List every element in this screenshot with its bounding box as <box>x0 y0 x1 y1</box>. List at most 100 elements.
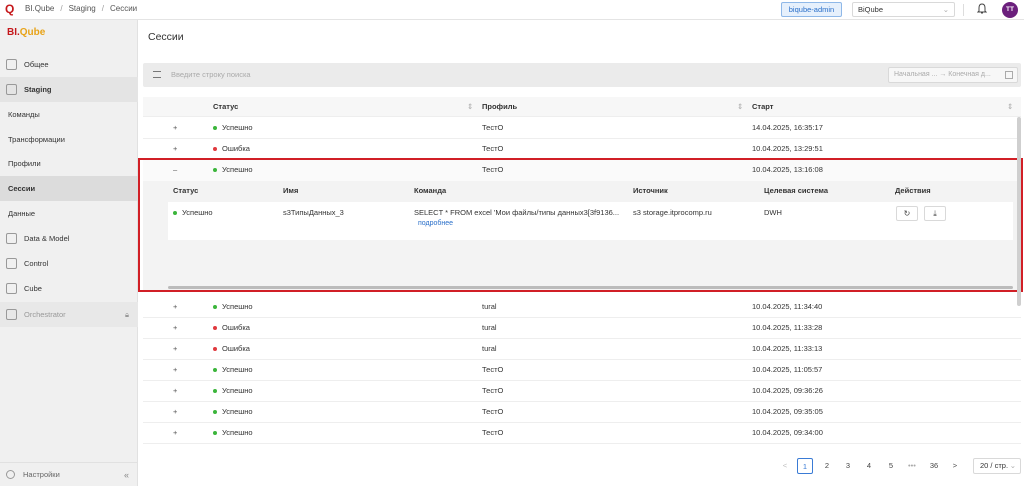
highlight-box <box>138 158 1023 292</box>
breadcrumb-separator: / <box>60 4 63 13</box>
expand-row-button[interactable]: + <box>173 381 177 401</box>
sidebar-item-general[interactable]: Общее <box>0 52 138 77</box>
bell-icon[interactable] <box>977 3 987 15</box>
page-button[interactable]: 3 <box>840 458 856 474</box>
status-dot <box>213 431 217 436</box>
column-start[interactable]: Старт <box>752 97 773 117</box>
table-row[interactable]: + Успешно ТестО 10.04.2025, 09:34:00 <box>143 423 1021 444</box>
row-status: Успешно <box>213 360 253 380</box>
page-button[interactable]: 1 <box>797 458 813 474</box>
row-status: Ошибка <box>213 339 250 359</box>
brand-logo: BI.Qube <box>7 27 46 38</box>
collapse-sidebar-icon[interactable]: « <box>124 463 129 487</box>
sidebar-item-transformations[interactable]: Трансформации <box>0 127 138 152</box>
sidebar-item-orchestrator: Orchestrator 🔒︎ <box>0 302 138 327</box>
table-row[interactable]: + Успешно ТестО 14.04.2025, 16:35:17 <box>143 118 1021 139</box>
table-row[interactable]: + Успешно ТестО 10.04.2025, 09:35:05 <box>143 402 1021 423</box>
expand-row-button[interactable]: + <box>173 360 177 380</box>
prev-page-button[interactable]: < <box>779 458 791 474</box>
expand-row-button[interactable]: + <box>173 423 177 443</box>
next-page-button[interactable]: > <box>949 458 961 474</box>
search-input[interactable]: Введите строку поиска <box>171 70 251 79</box>
expand-row-button[interactable]: + <box>173 318 177 338</box>
sidebar-item-cube[interactable]: Cube <box>0 276 138 301</box>
breadcrumb-section[interactable]: Staging <box>69 4 96 13</box>
page-title: Сессии <box>148 31 184 43</box>
row-start: 10.04.2025, 13:29:51 <box>752 144 823 153</box>
vertical-scrollbar[interactable] <box>1017 117 1021 306</box>
status-dot <box>213 326 217 331</box>
avatar[interactable]: TT <box>1002 2 1018 18</box>
breadcrumb: BI.Qube / Staging / Сессии <box>25 4 137 13</box>
column-status[interactable]: Статус <box>213 97 238 117</box>
row-start: 10.04.2025, 09:36:26 <box>752 386 823 395</box>
sidebar-settings[interactable]: Настройки « <box>0 462 138 486</box>
row-profile: tural <box>482 323 497 332</box>
page-button[interactable]: 4 <box>861 458 877 474</box>
sidebar-item-commands[interactable]: Команды <box>0 102 138 127</box>
expand-row-button[interactable]: + <box>173 139 177 159</box>
table-row[interactable]: + Успешно tural 10.04.2025, 11:34:40 <box>143 297 1021 318</box>
row-profile: tural <box>482 302 497 311</box>
sidebar-item-data-model[interactable]: Data & Model <box>0 226 138 251</box>
row-profile: ТестО <box>482 365 504 374</box>
row-status: Успешно <box>213 297 253 317</box>
table-header: Статус ⇕ Профиль ⇕ Старт ⇕ <box>143 97 1021 117</box>
sidebar-item-staging[interactable]: Staging <box>0 77 138 102</box>
sidebar-item-data[interactable]: Данные <box>0 201 138 226</box>
user-badge[interactable]: biqube-admin <box>781 2 842 17</box>
sort-icon[interactable]: ⇕ <box>1007 97 1013 117</box>
expand-row-button[interactable]: + <box>173 118 177 138</box>
table-row[interactable]: + Успешно ТестО 10.04.2025, 11:05:57 <box>143 360 1021 381</box>
top-bar: Q BI.Qube / Staging / Сессии biqube-admi… <box>0 0 1024 20</box>
sidebar-item-profiles[interactable]: Профили <box>0 151 138 176</box>
search-bar: Введите строку поиска Начальная ... → Ко… <box>143 63 1021 87</box>
status-dot <box>213 126 217 131</box>
row-status: Ошибка <box>213 318 250 338</box>
table-row[interactable]: + Ошибка tural 10.04.2025, 11:33:13 <box>143 339 1021 360</box>
expand-row-button[interactable]: + <box>173 339 177 359</box>
row-profile: ТестО <box>482 407 504 416</box>
row-start: 10.04.2025, 11:33:28 <box>752 323 823 332</box>
orchestrator-icon <box>6 309 17 320</box>
page-size-select[interactable]: 20 / стр. ⌄ <box>973 458 1021 474</box>
chevron-down-icon: ⌄ <box>1009 461 1016 470</box>
staging-icon <box>6 84 17 95</box>
settings-gear-icon <box>6 470 15 479</box>
sort-icon[interactable]: ⇕ <box>467 97 473 117</box>
filter-icon[interactable] <box>153 71 161 78</box>
status-dot <box>213 410 217 415</box>
table-row[interactable]: + Успешно ТестО 10.04.2025, 09:36:26 <box>143 381 1021 402</box>
lock-icon: 🔒︎ <box>125 310 129 319</box>
breadcrumb-app[interactable]: BI.Qube <box>25 4 54 13</box>
status-dot <box>213 147 217 152</box>
row-start: 10.04.2025, 11:05:57 <box>752 365 823 374</box>
row-status: Успешно <box>213 381 253 401</box>
table-row[interactable]: + Ошибка tural 10.04.2025, 11:33:28 <box>143 318 1021 339</box>
chevron-down-icon: ⌄ <box>942 5 949 14</box>
expand-row-button[interactable]: + <box>173 297 177 317</box>
row-profile: ТестО <box>482 144 504 153</box>
breadcrumb-separator: / <box>101 4 104 13</box>
row-start: 10.04.2025, 11:33:13 <box>752 344 823 353</box>
page-button[interactable]: 36 <box>925 458 943 474</box>
sidebar-item-control[interactable]: Control <box>0 251 138 276</box>
calendar-icon <box>1005 71 1013 79</box>
divider <box>963 4 964 16</box>
row-start: 14.04.2025, 16:35:17 <box>752 123 823 132</box>
sort-icon[interactable]: ⇕ <box>737 97 743 117</box>
date-range-picker[interactable]: Начальная ... → Конечная д... <box>888 67 1018 83</box>
table-row[interactable]: + Ошибка ТестО 10.04.2025, 13:29:51 <box>143 139 1021 160</box>
column-profile[interactable]: Профиль <box>482 97 517 117</box>
status-dot <box>213 368 217 373</box>
status-dot <box>213 347 217 352</box>
row-start: 10.04.2025, 09:35:05 <box>752 407 823 416</box>
page-button[interactable]: 2 <box>819 458 835 474</box>
page-ellipsis[interactable]: ••• <box>903 458 921 474</box>
project-select-value: BiQube <box>858 5 884 14</box>
project-select[interactable]: BiQube ⌄ <box>852 2 955 17</box>
app-logo[interactable]: Q <box>5 3 16 15</box>
expand-row-button[interactable]: + <box>173 402 177 422</box>
sidebar-item-sessions[interactable]: Сессии <box>0 176 138 201</box>
page-button[interactable]: 5 <box>883 458 899 474</box>
